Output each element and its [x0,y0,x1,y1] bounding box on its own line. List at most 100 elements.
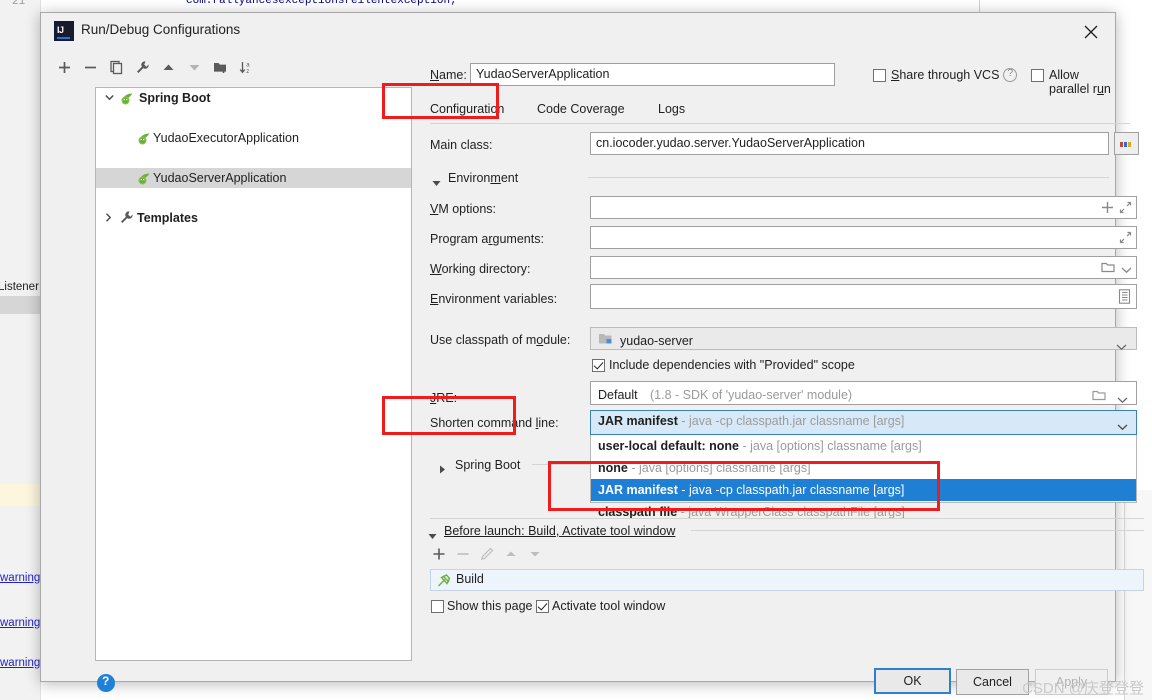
chevron-right-icon[interactable] [102,208,115,228]
wrench-icon[interactable] [132,57,156,79]
ok-button[interactable]: OK [874,668,951,694]
dropdown-option-classpath-file[interactable]: classpath file - java WrapperClass class… [591,501,1136,523]
editor-code-line: com.rallyancesexceptionsreilentexception… [186,0,457,7]
spring-boot-icon [136,170,152,190]
build-hammer-icon [437,574,451,591]
tab-configuration[interactable]: Configuration [430,97,504,122]
dropdown-option-user-local-default[interactable]: user-local default: none - java [options… [591,435,1136,457]
task-move-up-button [501,544,525,566]
editor-gutter [0,0,41,700]
before-launch-task-row[interactable]: Build [430,569,1144,591]
name-input[interactable]: YudaoServerApplication [470,63,835,86]
option-text: JAR manifest [598,483,678,497]
tree-node-yudao-server-application[interactable]: YudaoServerApplication [96,168,411,188]
background-warning-link[interactable]: warning [0,657,40,669]
chevron-down-icon[interactable] [428,529,437,543]
wrench-icon [119,210,135,230]
shorten-combo-value: JAR manifest [598,414,678,428]
new-folder-button[interactable] [210,57,234,79]
share-through-vcs-label[interactable]: Share through VCS [891,68,999,82]
expand-icon[interactable] [1119,201,1132,217]
shorten-command-line-dropdown[interactable]: user-local default: none - java [options… [590,435,1137,519]
option-hint: - java WrapperClass classpathFile [args] [677,505,905,519]
tab-logs[interactable]: Logs [658,97,685,122]
chevron-down-icon[interactable] [1117,420,1128,434]
program-arguments-label: Program arguments: [430,232,544,246]
background-listener-text: Listener [0,281,39,293]
plus-icon[interactable] [1101,201,1114,217]
activate-tool-window-label[interactable]: Activate tool window [552,599,665,613]
share-through-vcs-checkbox[interactable] [873,69,886,82]
svg-text:z: z [246,69,249,75]
chevron-down-icon[interactable] [1116,337,1127,358]
close-icon[interactable] [1075,18,1107,44]
dropdown-option-none[interactable]: none - java [options] classname [args] [591,457,1136,479]
task-move-down-button [525,544,549,566]
list-icon[interactable] [1118,289,1131,307]
add-task-button[interactable] [429,544,453,566]
question-icon[interactable]: ? [1003,68,1017,82]
use-classpath-combo[interactable]: yudao-server [590,327,1137,353]
chevron-down-icon[interactable] [1121,263,1132,277]
add-configuration-button[interactable] [54,57,78,79]
shorten-combo-text: JAR manifest - java -cp classpath.jar cl… [598,414,904,428]
tree-node-yudao-executor-application[interactable]: YudaoExecutorApplication [96,128,411,148]
folder-icon[interactable] [1101,261,1115,277]
cancel-button[interactable]: Cancel [956,669,1029,695]
environment-variables-input[interactable] [590,284,1137,309]
tab-code-coverage[interactable]: Code Coverage [537,97,625,122]
chevron-down-icon[interactable] [102,88,115,108]
folder-icon[interactable] [1092,388,1106,409]
background-selected-row [0,296,40,314]
activate-tool-window-checkbox[interactable] [536,600,549,613]
module-icon [598,332,613,353]
include-provided-scope-checkbox[interactable] [592,359,605,372]
sort-az-icon[interactable]: az [236,57,260,79]
working-directory-input[interactable] [590,256,1137,279]
spring-boot-icon [136,130,152,150]
shorten-command-line-label: Shorten command line: [430,416,559,430]
include-provided-scope-label[interactable]: Include dependencies with "Provided" sco… [609,358,855,372]
allow-parallel-run-checkbox[interactable] [1031,69,1044,82]
section-divider [691,530,1144,531]
background-warning-link[interactable]: warning [0,572,40,584]
expand-icon[interactable] [1119,231,1132,247]
option-hint: - java [options] classname [args] [739,439,922,453]
move-up-button[interactable] [158,57,182,79]
help-button[interactable]: ? [97,674,115,692]
chevron-right-icon[interactable] [439,463,446,477]
remove-configuration-button[interactable] [80,57,104,79]
jre-combo[interactable]: Default (1.8 - SDK of 'yudao-server' mod… [590,381,1137,405]
configurations-tree[interactable]: Spring Boot YudaoExecutorApplication Yud… [95,87,412,661]
main-class-browse-button[interactable] [1114,132,1139,155]
option-hint: - java [options] classname [args] [627,461,811,475]
config-tabs: Configuration Code Coverage Logs [430,97,1130,124]
remove-task-button [453,544,477,566]
tabs-divider [430,123,1130,124]
shorten-combo-hint: - java -cp classpath.jar classname [args… [677,414,905,428]
tree-node-spring-boot[interactable]: Spring Boot [96,88,411,108]
show-this-page-checkbox[interactable] [431,600,444,613]
jre-hint: (1.8 - SDK of 'yudao-server' module) [650,388,853,402]
run-debug-configurations-dialog: Run/Debug Configurations az [40,12,1144,695]
shorten-command-line-combo[interactable]: JAR manifest - java -cp classpath.jar cl… [590,410,1137,435]
tree-node-templates[interactable]: Templates [96,208,411,228]
allow-parallel-run-label[interactable]: Allow parallel run [1049,68,1115,96]
option-text: none [598,461,628,475]
chevron-down-icon[interactable] [1117,390,1128,411]
move-down-button[interactable] [184,57,208,79]
option-text: classpath file [598,505,678,519]
intellij-icon [54,21,74,41]
program-arguments-input[interactable] [590,226,1137,249]
chevron-down-icon[interactable] [432,176,441,190]
dropdown-option-jar-manifest[interactable]: JAR manifest - java -cp classpath.jar cl… [591,479,1136,501]
configurations-toolbar: az [54,57,398,81]
show-this-page-label[interactable]: Show this page [447,599,532,613]
section-divider [588,177,1109,178]
main-class-input[interactable]: cn.iocoder.yudao.server.YudaoServerAppli… [590,132,1109,155]
vm-options-input[interactable] [590,196,1137,219]
background-warning-link[interactable]: warning [0,617,40,629]
svg-text:a: a [246,63,250,69]
jre-value: Default [598,388,638,402]
copy-configuration-button[interactable] [106,57,130,79]
